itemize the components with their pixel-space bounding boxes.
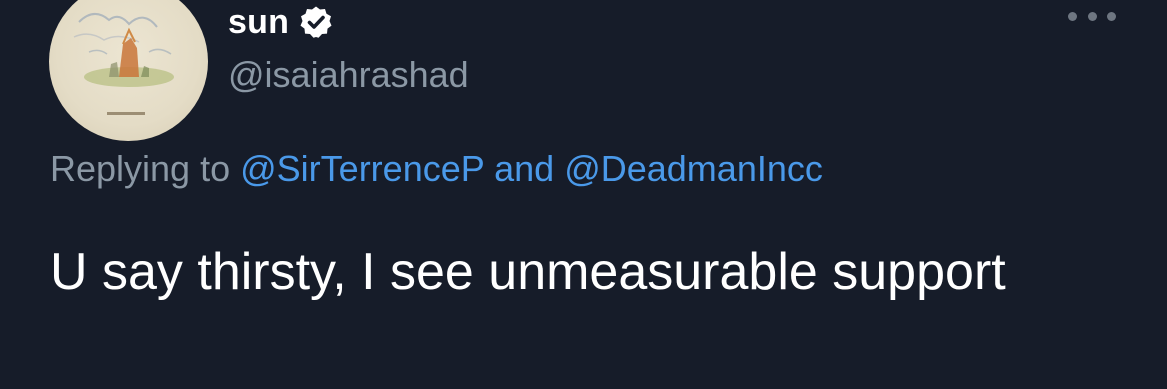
tweet-body-text: U say thirsty, I see unmeasurable suppor… — [50, 243, 1006, 301]
sketch-avatar-icon — [73, 13, 174, 115]
more-dot — [1068, 11, 1077, 21]
avatar[interactable] — [49, 0, 208, 141]
name-row: sun — [228, 0, 333, 44]
more-dots-icon[interactable] — [1068, 6, 1116, 26]
mention-conjunction: and — [494, 148, 555, 189]
more-dot — [1107, 11, 1116, 21]
mention-link-1[interactable]: @SirTerrenceP — [240, 148, 484, 189]
replying-to-line: Replying to @SirTerrenceP and @DeadmanIn… — [50, 148, 823, 190]
mention-link-2[interactable]: @DeadmanIncc — [564, 148, 823, 189]
replying-to-label: Replying to — [50, 148, 231, 189]
user-handle[interactable]: @isaiahrashad — [228, 54, 469, 96]
verified-badge-icon — [299, 5, 333, 39]
tweet-card: sun @isaiahrashad Replying to @SirTerren… — [0, 0, 1167, 389]
display-name[interactable]: sun — [228, 3, 289, 42]
more-dot — [1087, 11, 1097, 21]
